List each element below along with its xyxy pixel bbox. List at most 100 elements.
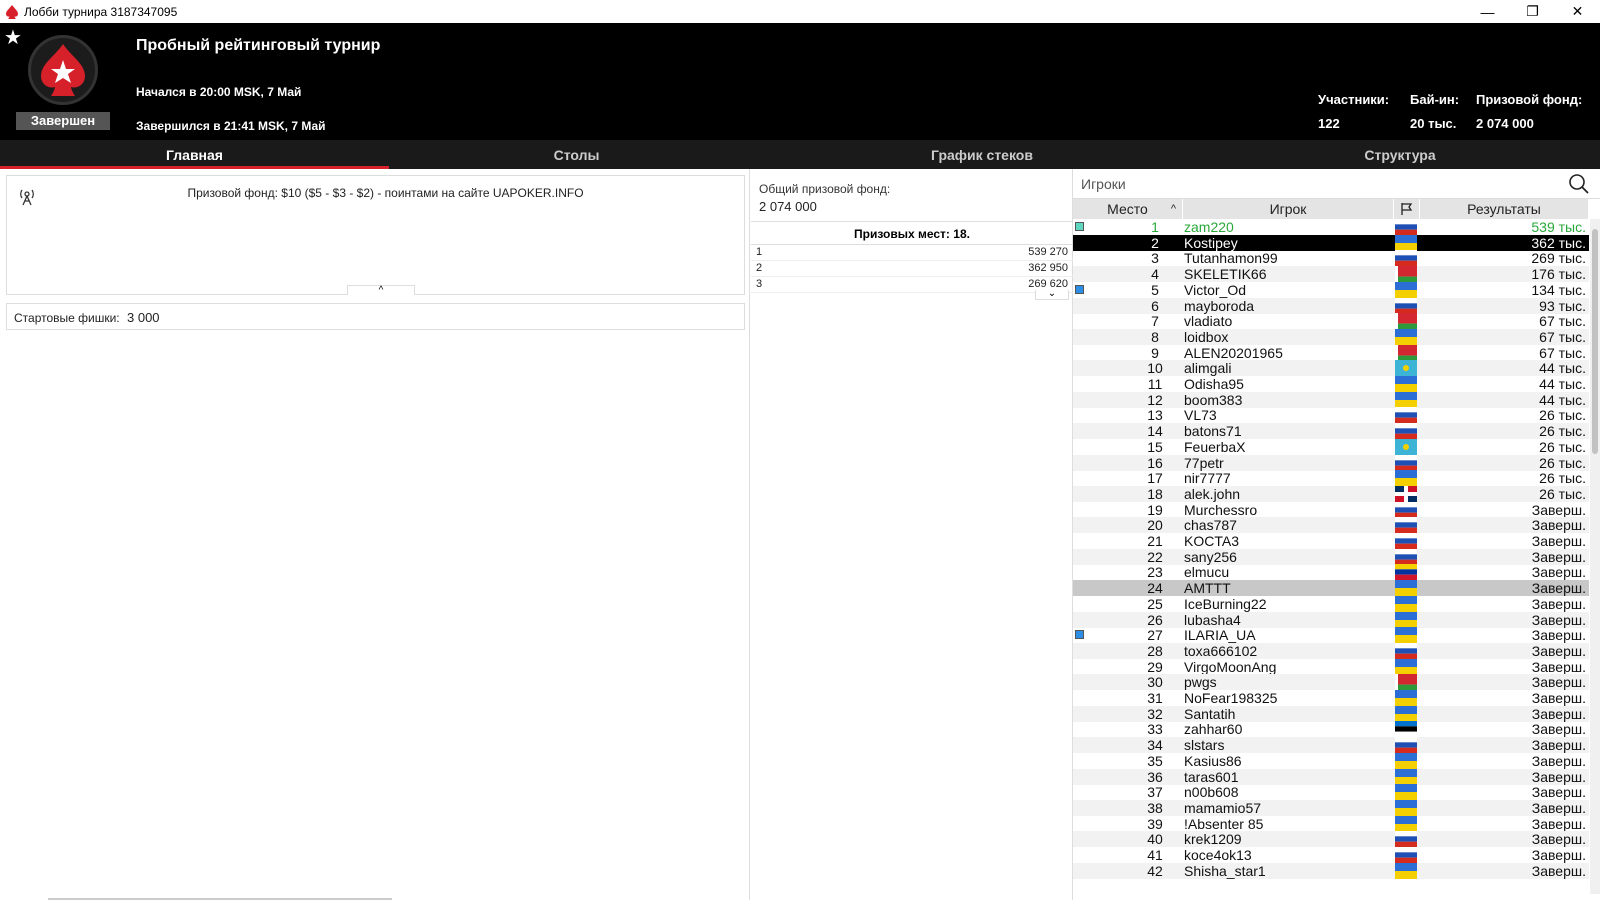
player-row[interactable]: 5 Victor_Od 134 тыс.: [1073, 281, 1589, 298]
player-row[interactable]: 17 nir7777 26 тыс.: [1073, 470, 1589, 487]
favorite-star-icon[interactable]: ★: [4, 25, 22, 50]
player-result: 362 тыс.: [1531, 234, 1586, 251]
player-row[interactable]: 26 lubasha4 Заверш.: [1073, 611, 1589, 628]
player-row[interactable]: 29 VirgoMoonAng Заверш.: [1073, 658, 1589, 675]
player-result: Заверш.: [1531, 627, 1586, 644]
player-result: 67 тыс.: [1539, 344, 1586, 361]
player-row[interactable]: 10 alimgali 44 тыс.: [1073, 360, 1589, 377]
player-place: 41: [1147, 847, 1163, 863]
player-row[interactable]: 34 slstars Заверш.: [1073, 737, 1589, 754]
player-result: 26 тыс.: [1539, 423, 1586, 440]
player-result: 93 тыс.: [1539, 297, 1586, 314]
scrollbar-thumb[interactable]: [1592, 229, 1598, 454]
tab-main[interactable]: Главная: [0, 140, 389, 169]
player-place: 10: [1147, 360, 1163, 377]
column-results-header[interactable]: Результаты: [1420, 199, 1589, 219]
search-icon[interactable]: [1568, 173, 1590, 195]
player-row[interactable]: 2 Kostipey 362 тыс.: [1073, 234, 1589, 251]
player-marker-icon: [1075, 222, 1084, 231]
player-nickname: alimgali: [1184, 360, 1232, 377]
players-scrollbar[interactable]: [1590, 219, 1600, 894]
player-row[interactable]: 37 n00b608 Заверш.: [1073, 784, 1589, 801]
player-result: Заверш.: [1531, 642, 1586, 659]
column-place-header[interactable]: Место ^: [1073, 199, 1183, 219]
player-place: 33: [1147, 721, 1163, 738]
player-result: 67 тыс.: [1539, 313, 1586, 330]
player-row[interactable]: 23 elmucu Заверш.: [1073, 564, 1589, 581]
player-row[interactable]: 25 IceBurning22 Заверш.: [1073, 595, 1589, 612]
tournament-end-time: Завершился в 21:41 MSK, 7 Май: [136, 119, 326, 133]
player-row[interactable]: 35 Kasius86 Заверш.: [1073, 752, 1589, 769]
window-titlebar: Лобби турнира 3187347095: [0, 0, 1600, 23]
player-place: 13: [1147, 407, 1163, 424]
player-row[interactable]: 19 Murchessro Заверш.: [1073, 501, 1589, 518]
player-row[interactable]: 28 toxa666102 Заверш.: [1073, 642, 1589, 659]
player-result: Заверш.: [1531, 658, 1586, 675]
player-row[interactable]: 36 taras601 Заверш.: [1073, 768, 1589, 785]
player-row[interactable]: 11 Odisha95 44 тыс.: [1073, 376, 1589, 392]
player-nickname: ALEN20201965: [1184, 344, 1283, 361]
country-flag-icon: [1395, 564, 1417, 581]
player-row[interactable]: 31 NoFear198325 Заверш.: [1073, 690, 1589, 706]
player-row[interactable]: 30 pwgs Заверш.: [1073, 674, 1589, 691]
country-flag-icon: [1395, 658, 1417, 675]
player-row[interactable]: 4 SKELETIK66 176 тыс.: [1073, 266, 1589, 283]
country-flag-icon: [1395, 642, 1417, 659]
player-row[interactable]: 15 FeuerbaX 26 тыс.: [1073, 438, 1589, 455]
player-row[interactable]: 14 batons71 26 тыс.: [1073, 423, 1589, 440]
player-row[interactable]: 42 Shisha_star1 Заверш.: [1073, 862, 1589, 879]
player-place: 7: [1151, 313, 1159, 330]
player-row[interactable]: 9 ALEN20201965 67 тыс.: [1073, 344, 1589, 361]
column-player-header[interactable]: Игрок: [1183, 199, 1394, 219]
player-row[interactable]: 18 alek.john 26 тыс.: [1073, 485, 1589, 502]
player-nickname: SKELETIK66: [1184, 266, 1267, 283]
player-row[interactable]: 6 mayboroda 93 тыс.: [1073, 297, 1589, 314]
player-row[interactable]: 21 KOCTA3 Заверш.: [1073, 533, 1589, 549]
maximize-button[interactable]: ❐: [1510, 0, 1555, 23]
player-nickname: taras601: [1184, 768, 1239, 785]
column-flag-header[interactable]: [1394, 199, 1420, 219]
prize-row: 1 539 270: [751, 245, 1073, 261]
country-flag-icon: [1395, 847, 1417, 863]
player-place: 21: [1147, 533, 1163, 549]
country-flag-icon: [1395, 454, 1417, 471]
player-nickname: !Absenter 85: [1184, 815, 1264, 832]
tournament-info-text: Призовой фонд: $10 ($5 - $3 - $2) - поин…: [187, 186, 584, 200]
sort-asc-icon: ^: [1170, 203, 1176, 215]
player-row[interactable]: 39 !Absenter 85 Заверш.: [1073, 815, 1589, 832]
player-row[interactable]: 33 zahhar60 Заверш.: [1073, 721, 1589, 738]
player-result: Заверш.: [1531, 674, 1586, 691]
country-flag-icon: [1395, 423, 1417, 440]
player-nickname: Kostipey: [1184, 234, 1238, 251]
player-nickname: pwgs: [1184, 674, 1217, 691]
player-row[interactable]: 24 AMTTT Заверш.: [1073, 580, 1589, 597]
country-flag-icon: [1395, 438, 1417, 455]
player-row[interactable]: 41 koce4ok13 Заверш.: [1073, 847, 1589, 863]
expand-prizes-button[interactable]: ⌄: [1035, 289, 1069, 300]
player-row[interactable]: 40 krek1209 Заверш.: [1073, 831, 1589, 848]
tab-structure[interactable]: Структура: [1200, 140, 1600, 169]
player-row[interactable]: 1 zam220 539 тыс.: [1073, 219, 1589, 235]
player-result: 26 тыс.: [1539, 407, 1586, 424]
collapse-info-button[interactable]: ^: [347, 285, 415, 296]
player-row[interactable]: 20 chas787 Заверш.: [1073, 517, 1589, 534]
player-row[interactable]: 38 mamamio57 Заверш.: [1073, 799, 1589, 816]
player-row[interactable]: 16 77petr 26 тыс.: [1073, 454, 1589, 471]
players-search-input[interactable]: Игроки: [1081, 176, 1126, 192]
player-row[interactable]: 27 ILARIA_UA Заверш.: [1073, 627, 1589, 644]
player-row[interactable]: 13 VL73 26 тыс.: [1073, 407, 1589, 424]
player-row[interactable]: 8 loidbox 67 тыс.: [1073, 328, 1589, 345]
player-nickname: chas787: [1184, 517, 1237, 534]
players-search-bar[interactable]: Игроки: [1073, 169, 1600, 199]
player-result: Заверш.: [1531, 595, 1586, 612]
player-row[interactable]: 22 sany256 Заверш.: [1073, 548, 1589, 565]
player-row[interactable]: 7 vladiato 67 тыс.: [1073, 313, 1589, 330]
close-button[interactable]: ✕: [1555, 0, 1600, 23]
tab-stack-chart[interactable]: График стеков: [764, 140, 1200, 169]
player-row[interactable]: 32 Santatih Заверш.: [1073, 705, 1589, 722]
player-row[interactable]: 3 Tutanhamon99 269 тыс.: [1073, 250, 1589, 267]
minimize-button[interactable]: —: [1465, 0, 1510, 23]
player-row[interactable]: 12 boom383 44 тыс.: [1073, 391, 1589, 408]
lobby-tabs: Главная Столы График стеков Структура: [0, 140, 1600, 169]
tab-tables[interactable]: Столы: [389, 140, 764, 169]
